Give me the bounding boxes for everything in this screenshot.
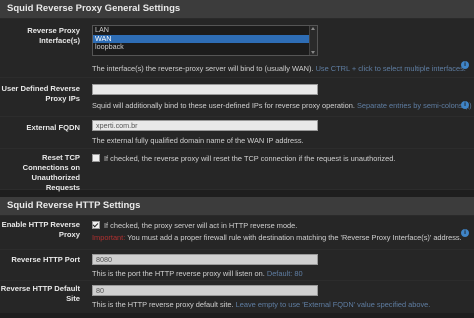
interfaces-listbox[interactable]: LAN WAN loopback [92,25,318,56]
http-port-label: Reverse HTTP Port [11,255,80,264]
default-site-input[interactable]: 80 [92,285,318,296]
default-site-label: Reverse HTTP Default Site [0,284,80,303]
interfaces-label: Reverse Proxy Interface(s) [27,26,80,45]
user-ips-row: User Defined Reverse Proxy IPs Squid wil… [0,78,474,117]
user-ips-input[interactable] [92,84,318,95]
enable-http-content: If checked, the proxy server will act in… [88,216,474,249]
interfaces-help-text: The interface(s) the reverse-proxy serve… [92,64,314,73]
important-label: Important: [92,233,126,243]
http-port-row: Reverse HTTP Port 8080 This is the port … [0,250,474,281]
http-port-help: This is the port the HTTP reverse proxy … [92,269,474,278]
info-icon[interactable]: i [461,101,469,109]
scroll-down-icon[interactable] [311,51,315,54]
user-ips-help-note: Separate entries by semi-colons (;) [357,101,472,110]
enable-http-important: Important: You must add a proper firewal… [92,233,474,242]
reset-tcp-content: If checked, the reverse proxy will reset… [88,149,474,189]
http-port-input[interactable]: 8080 [92,254,318,265]
interfaces-row: Reverse Proxy Interface(s) LAN WAN loopb… [0,19,474,78]
enable-http-label: Enable HTTP Reverse Proxy [1,220,80,239]
fqdn-content: xperti.com.br The external fully qualifi… [88,117,474,148]
http-settings-title: Squid Reverse HTTP Settings [0,197,474,216]
default-site-content: 80 This is the HTTP reverse proxy defaul… [88,281,474,313]
important-text: You must add a proper firewall rule with… [127,233,462,243]
info-icon[interactable]: i [461,229,469,237]
user-ips-content: Squid will additionally bind to these us… [88,78,474,116]
interfaces-content: LAN WAN loopback The interface(s) the re… [88,19,474,77]
interface-option-lan[interactable]: LAN [93,26,317,35]
user-ips-help-text: Squid will additionally bind to these us… [92,101,355,110]
enable-http-row: Enable HTTP Reverse Proxy If checked, th… [0,216,474,250]
http-port-help-text: This is the port the HTTP reverse proxy … [92,269,265,278]
reset-tcp-label: Reset TCP Connections on Unauthorized Re… [22,153,80,192]
enable-http-checkbox[interactable] [92,221,100,230]
http-port-content: 8080 This is the port the HTTP reverse p… [88,250,474,280]
fqdn-input[interactable]: xperti.com.br [92,120,318,131]
reset-tcp-checkbox[interactable] [92,154,100,163]
user-ips-help: Squid will additionally bind to these us… [92,101,474,110]
user-ips-label: User Defined Reverse Proxy IPs [1,84,80,103]
info-icon[interactable]: i [461,61,469,69]
fqdn-help: The external fully qualified domain name… [92,136,304,145]
default-site-help-note: Leave empty to use 'External FQDN' value… [235,300,431,309]
general-settings-panel: Squid Reverse Proxy General Settings Rev… [0,0,474,192]
http-settings-panel: Squid Reverse HTTP Settings Enable HTTP … [0,197,474,313]
reset-tcp-row: Reset TCP Connections on Unauthorized Re… [0,149,474,192]
default-site-row: Reverse HTTP Default Site 80 This is the… [0,281,474,313]
fqdn-label: External FQDN [26,123,80,132]
interface-option-wan[interactable]: WAN [93,34,317,43]
default-site-help: This is the HTTP reverse proxy default s… [92,300,474,309]
fqdn-row: External FQDN xperti.com.br The external… [0,117,474,149]
general-settings-title: Squid Reverse Proxy General Settings [0,0,474,19]
http-port-help-note: Default: 80 [266,269,303,278]
reset-tcp-text: If checked, the reverse proxy will reset… [104,154,396,163]
interfaces-help: The interface(s) the reverse-proxy serve… [92,64,474,73]
listbox-scrollbar[interactable] [309,26,317,55]
enable-http-text: If checked, the proxy server will act in… [104,221,298,230]
scroll-up-icon[interactable] [311,27,315,30]
interface-option-loopback[interactable]: loopback [93,42,317,52]
enable-http-help: If checked, the proxy server will act in… [92,221,474,230]
interfaces-help-note: Use CTRL + click to select multiple inte… [315,64,466,73]
default-site-help-text: This is the HTTP reverse proxy default s… [92,300,234,309]
reset-tcp-help: If checked, the reverse proxy will reset… [92,154,474,163]
